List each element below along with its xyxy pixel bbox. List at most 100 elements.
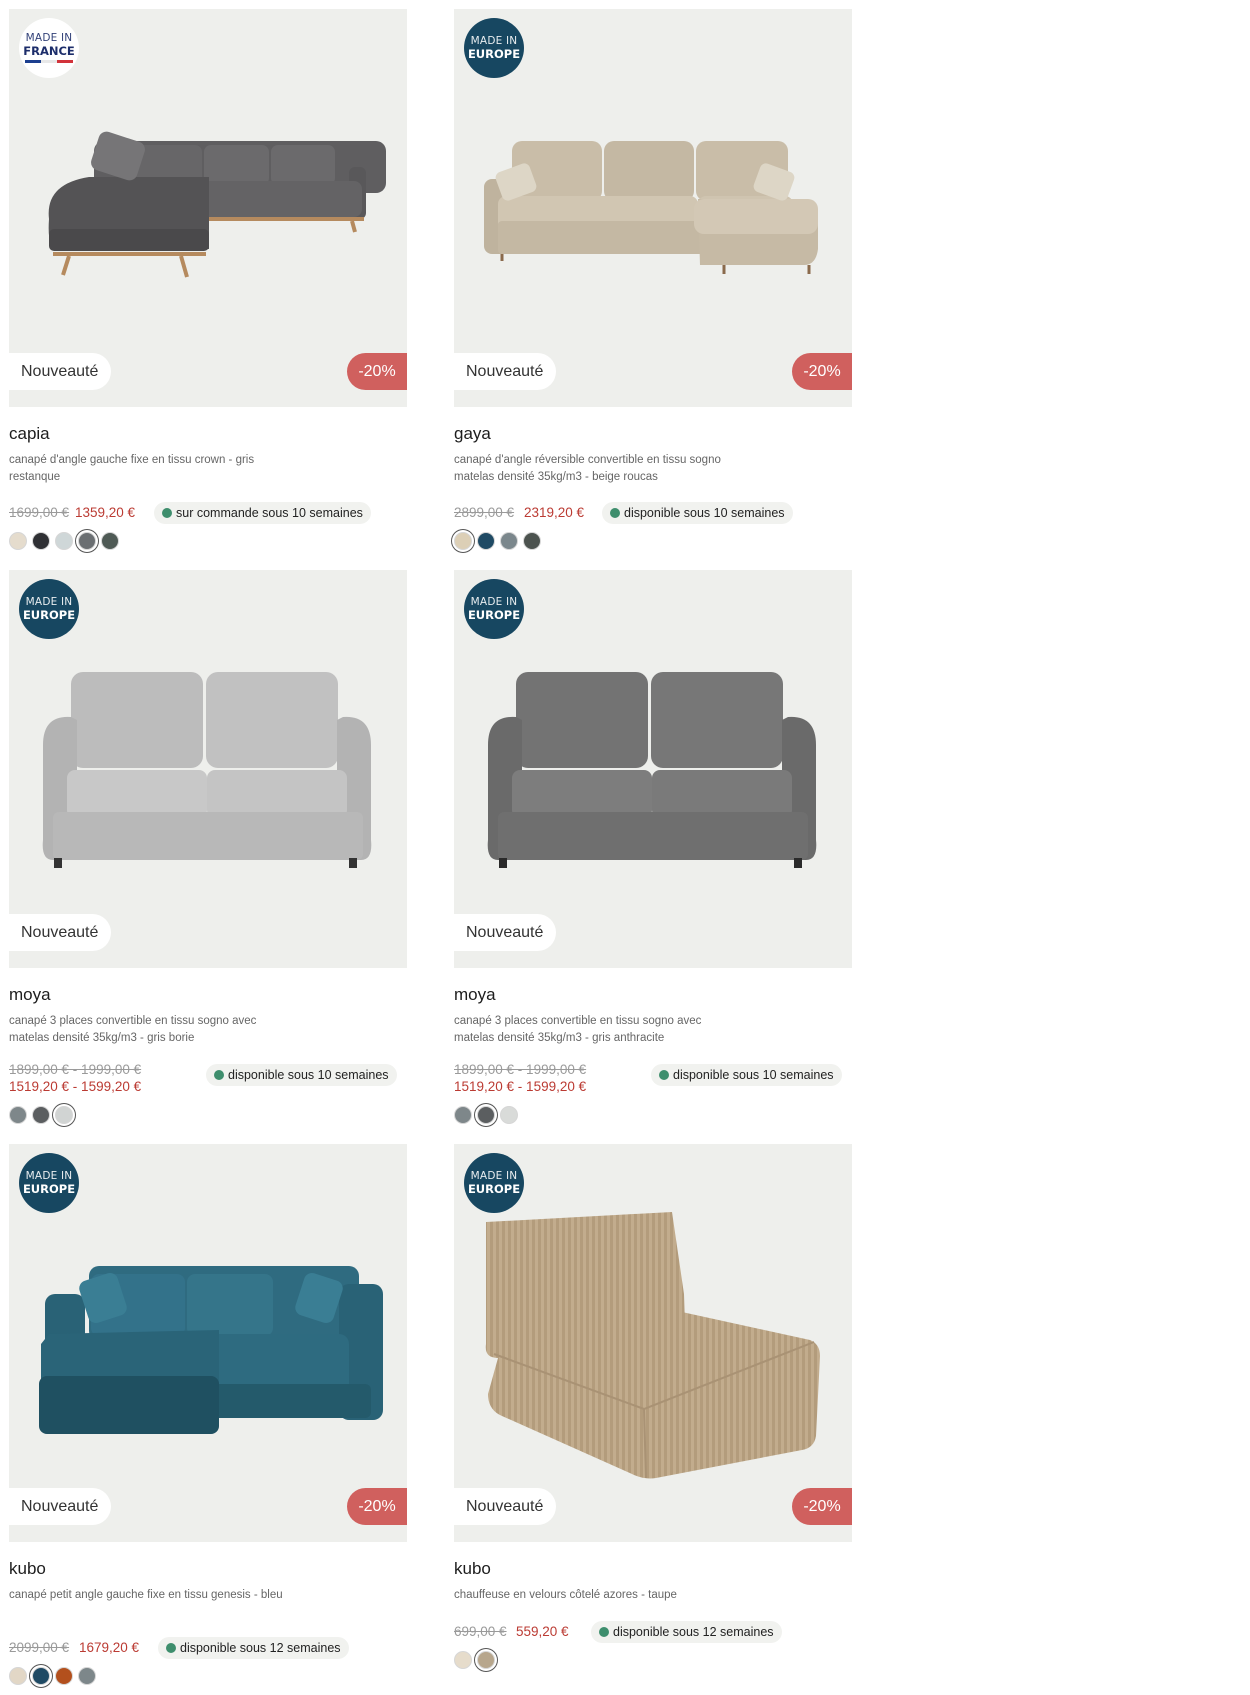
discount-badge: -20% <box>792 353 852 390</box>
badge-line1: MADE IN <box>25 32 73 44</box>
color-swatches <box>9 532 119 552</box>
color-swatch[interactable] <box>55 532 73 550</box>
new-price: 1359,20 € <box>75 505 136 520</box>
old-price: 1899,00 € - 1999,00 € <box>9 1062 142 1077</box>
new-label: Nouveauté <box>454 1488 557 1525</box>
color-swatch[interactable] <box>477 532 495 550</box>
color-swatch[interactable] <box>101 532 119 550</box>
availability-badge: disponible sous 12 semaines <box>591 1621 782 1643</box>
new-price: 1519,20 € - 1599,20 € <box>454 1079 587 1094</box>
old-price: 1899,00 € - 1999,00 € <box>454 1062 587 1077</box>
status-dot-icon <box>599 1627 609 1637</box>
product-card[interactable]: MADE IN EUROPE Nouveauté -20% kubo canap… <box>9 1144 407 1685</box>
product-description: canapé d'angle réversible convertible en… <box>454 454 721 483</box>
product-image[interactable]: MADE IN EUROPE Nouveauté <box>454 570 852 968</box>
price-row: 699,00 € 559,20 € disponible sous 12 sem… <box>454 1621 852 1643</box>
old-price: 2099,00 € <box>9 1640 70 1655</box>
made-in-badge: MADE IN EUROPE <box>464 1153 524 1213</box>
availability-badge: disponible sous 10 semaines <box>206 1064 397 1086</box>
new-price: 1519,20 € - 1599,20 € <box>9 1079 142 1094</box>
price-row: 2899,00 € 2319,20 € disponible sous 10 s… <box>454 502 852 524</box>
color-swatch[interactable] <box>9 1667 27 1685</box>
made-in-badge: MADE IN EUROPE <box>19 579 79 639</box>
color-swatch[interactable] <box>523 532 541 550</box>
availability-text: disponible sous 10 semaines <box>624 506 785 520</box>
color-swatch[interactable] <box>500 532 518 550</box>
color-swatch[interactable] <box>500 1106 518 1124</box>
product-name[interactable]: kubo <box>9 1559 46 1579</box>
new-label: Nouveauté <box>9 1488 112 1525</box>
status-dot-icon <box>166 1643 176 1653</box>
new-label: Nouveauté <box>9 914 112 951</box>
color-swatch[interactable] <box>32 1106 50 1124</box>
color-swatch[interactable] <box>55 1667 73 1685</box>
availability-text: disponible sous 10 semaines <box>673 1068 834 1082</box>
product-image[interactable]: MADE IN FRANCE Nouveauté -20% <box>9 9 407 407</box>
availability-text: sur commande sous 10 semaines <box>176 506 363 520</box>
color-swatch-selected[interactable] <box>78 532 96 550</box>
product-name[interactable]: capia <box>9 424 50 444</box>
color-swatch[interactable] <box>9 532 27 550</box>
made-in-badge: MADE IN EUROPE <box>464 18 524 78</box>
old-price: 699,00 € <box>454 1624 507 1639</box>
color-swatch-selected[interactable] <box>477 1106 495 1124</box>
badge-line1: MADE IN <box>470 1170 518 1182</box>
product-name[interactable]: moya <box>454 985 496 1005</box>
new-price: 559,20 € <box>516 1624 569 1639</box>
color-swatch-selected[interactable] <box>454 532 472 550</box>
price-row: 2099,00 € 1679,20 € disponible sous 12 s… <box>9 1637 407 1659</box>
product-card[interactable]: MADE IN FRANCE Nouveauté -20% capia cana… <box>9 9 407 550</box>
product-card[interactable]: MADE IN EUROPE Nouveauté moya canapé 3 p… <box>9 570 407 1124</box>
product-name[interactable]: kubo <box>454 1559 491 1579</box>
color-swatch-selected[interactable] <box>32 1667 50 1685</box>
availability-badge: sur commande sous 10 semaines <box>154 502 371 524</box>
availability-text: disponible sous 12 semaines <box>180 1641 341 1655</box>
color-swatches <box>454 1106 518 1126</box>
color-swatch-selected[interactable] <box>55 1106 73 1124</box>
product-description: canapé d'angle gauche fixe en tissu crow… <box>9 454 255 483</box>
product-image[interactable]: MADE IN EUROPE Nouveauté -20% <box>454 9 852 407</box>
old-price: 2899,00 € <box>454 505 515 520</box>
product-image[interactable]: MADE IN EUROPE Nouveauté <box>9 570 407 968</box>
product-description: canapé petit angle gauche fixe en tissu … <box>9 1589 283 1601</box>
discount-badge: -20% <box>347 353 407 390</box>
badge-line1: MADE IN <box>25 596 73 608</box>
badge-line2: FRANCE <box>23 43 75 58</box>
color-swatch[interactable] <box>9 1106 27 1124</box>
color-swatches <box>9 1106 73 1126</box>
product-name[interactable]: moya <box>9 985 51 1005</box>
badge-line2: EUROPE <box>467 607 521 622</box>
status-dot-icon <box>162 508 172 518</box>
made-in-badge: MADE IN EUROPE <box>464 579 524 639</box>
availability-badge: disponible sous 10 semaines <box>651 1064 842 1086</box>
color-swatch[interactable] <box>454 1651 472 1669</box>
product-card[interactable]: MADE IN EUROPE Nouveauté -20% kubo chauf… <box>454 1144 852 1669</box>
status-dot-icon <box>610 508 620 518</box>
color-swatch[interactable] <box>454 1106 472 1124</box>
old-price: 1699,00 € <box>9 505 70 520</box>
product-card[interactable]: MADE IN EUROPE Nouveauté moya canapé 3 p… <box>454 570 852 1124</box>
new-price: 1679,20 € <box>79 1640 140 1655</box>
color-swatch[interactable] <box>32 532 50 550</box>
status-dot-icon <box>214 1070 224 1080</box>
color-swatches <box>454 1651 495 1671</box>
badge-line1: MADE IN <box>470 596 518 608</box>
new-price: 2319,20 € <box>524 505 585 520</box>
product-name[interactable]: gaya <box>454 424 491 444</box>
new-label: Nouveauté <box>454 914 557 951</box>
flag-icon <box>25 60 73 63</box>
availability-badge: disponible sous 10 semaines <box>602 502 793 524</box>
price-row: 1899,00 € - 1999,00 € 1519,20 € - 1599,2… <box>454 1062 852 1098</box>
color-swatch-selected[interactable] <box>477 1651 495 1669</box>
made-in-badge: MADE IN EUROPE <box>19 1153 79 1213</box>
color-swatch[interactable] <box>78 1667 96 1685</box>
new-label: Nouveauté <box>454 353 557 390</box>
product-image[interactable]: MADE IN EUROPE Nouveauté -20% <box>9 1144 407 1542</box>
availability-text: disponible sous 12 semaines <box>613 1625 774 1639</box>
badge-line2: EUROPE <box>22 1181 76 1196</box>
product-image[interactable]: MADE IN EUROPE Nouveauté -20% <box>454 1144 852 1542</box>
product-card[interactable]: MADE IN EUROPE Nouveauté -20% gaya canap… <box>454 9 852 550</box>
badge-line1: MADE IN <box>470 35 518 47</box>
badge-line2: EUROPE <box>22 607 76 622</box>
badge-line1: MADE IN <box>25 1170 73 1182</box>
